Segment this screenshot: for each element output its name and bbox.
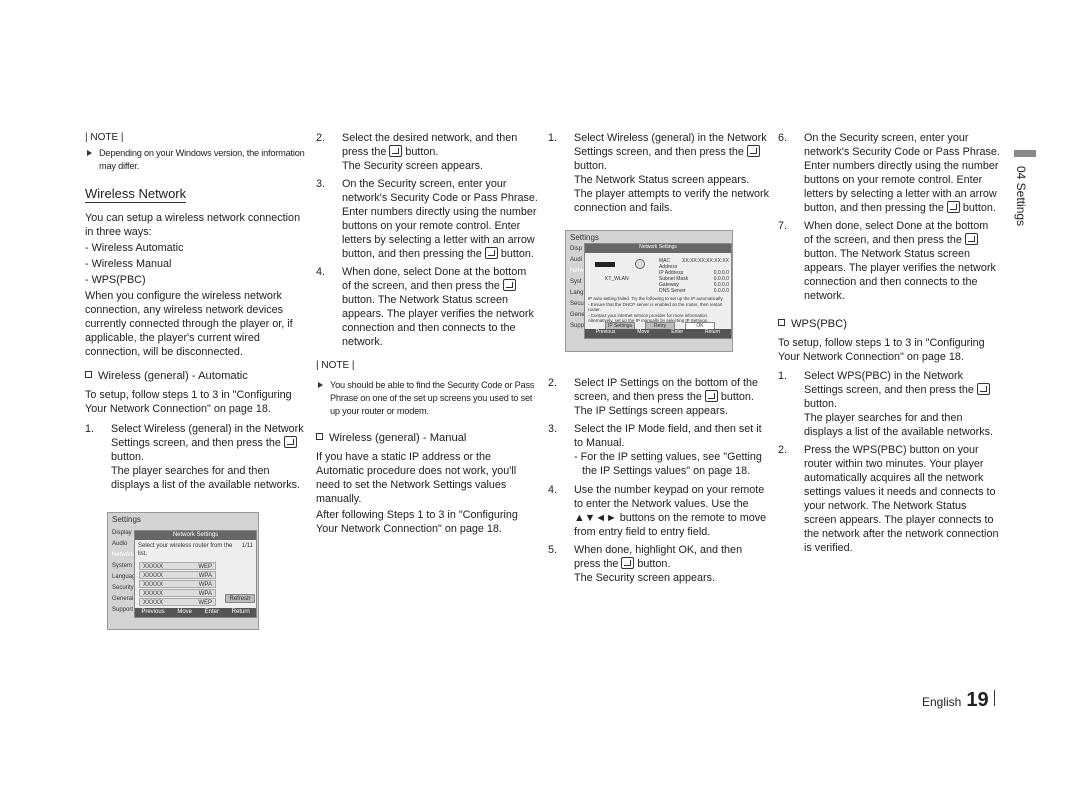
step-7: 7. When done, select Done at the bottom … (778, 220, 996, 302)
checkbox-bullet-icon (85, 371, 92, 378)
player-icon (595, 262, 615, 267)
step-2: 2. Select the desired network, and then … (316, 132, 518, 172)
chapter-label: 04 Settings (1014, 166, 1028, 227)
checkbox-bullet-icon (778, 319, 785, 326)
note-text: Depending on your Windows version, the i… (85, 147, 307, 173)
globe-icon (635, 259, 645, 269)
enter-button-icon (502, 279, 516, 291)
step-2: 2. Select IP Settings on the bottom of t… (548, 377, 759, 417)
step-3: 3. Select the IP Mode field, and then se… (548, 423, 762, 477)
column-4: 6. On the Security screen, enter your ne… (778, 131, 1000, 555)
note-text: You should be able to find the Security … (316, 379, 538, 418)
enter-button-icon (964, 233, 978, 245)
footer-language: English (922, 695, 962, 709)
page-number: 19 (966, 689, 989, 711)
network-list-screenshot: Settings Display Audio Network System Langua… (107, 512, 259, 630)
step-4: 4. Use the number keypad on your remote … (548, 484, 767, 538)
step-1: 1. Select Wireless (general) in the Netw… (85, 423, 304, 491)
step-6: 6. On the Security screen, enter your ne… (778, 132, 1000, 214)
footer-divider (993, 690, 995, 706)
step-1: 1. Select WPS(PBC) in the Network Settin… (778, 370, 994, 438)
enter-button-icon (704, 390, 718, 402)
manual-steps: After following Steps 1 to 3 in "Configu… (316, 509, 518, 535)
step-5: 5. When done, highlight OK, and then pre… (548, 544, 743, 584)
enter-button-icon (976, 383, 990, 395)
enter-button-icon (484, 247, 498, 259)
warning: When you configure the wireless network … (85, 290, 293, 358)
step-4: 4. When done, select Done at the bottom … (316, 266, 534, 348)
subheading-automatic: Wireless (general) - Automatic (85, 369, 307, 383)
enter-button-icon (746, 145, 760, 157)
chapter-bar (1014, 150, 1036, 157)
column-3: 1. Select Wireless (general) in the Netw… (548, 131, 770, 585)
enter-button-icon (283, 436, 297, 448)
note-label: | NOTE | (85, 132, 124, 143)
network-status-screenshot: Settings Disp Audi Netw Syst Lang Secu Gene Sup… (565, 230, 733, 352)
subheading-manual: Wireless (general) - Manual (316, 431, 538, 445)
step-3: 3. On the Security screen, enter your ne… (316, 178, 538, 260)
chapter-tab: 04 Settings (1010, 150, 1040, 226)
column-2: 2. Select the desired network, and then … (316, 131, 538, 536)
setup-text: To setup, follow steps 1 to 3 in "Config… (85, 389, 292, 415)
way-1: - Wireless Automatic (85, 242, 184, 254)
page-footer: English 19 (922, 689, 995, 711)
column-1: | NOTE | Depending on your Windows versi… (85, 131, 307, 492)
checkbox-bullet-icon (316, 433, 323, 440)
section-heading: Wireless Network (85, 186, 187, 203)
way-2: - Wireless Manual (85, 258, 172, 270)
note-label: | NOTE | (316, 360, 355, 371)
manual-intro: If you have a static IP address or the A… (316, 451, 517, 505)
step-1: 1. Select Wireless (general) in the Netw… (548, 132, 770, 214)
setup-text: To setup, follow steps 1 to 3 in "Config… (778, 337, 985, 363)
enter-button-icon (946, 201, 960, 213)
enter-button-icon (389, 145, 403, 157)
step-2: 2. Press the WPS(PBC) button on your rou… (778, 444, 999, 554)
way-3: - WPS(PBC) (85, 274, 146, 286)
enter-button-icon (621, 557, 635, 569)
intro: You can setup a wireless network connect… (85, 212, 301, 238)
subheading-wps: WPS(PBC) (778, 317, 1000, 331)
